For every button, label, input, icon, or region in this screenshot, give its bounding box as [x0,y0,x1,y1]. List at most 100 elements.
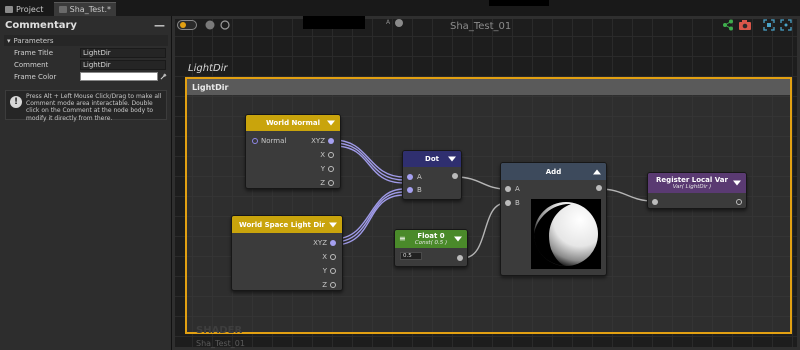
editor-tab-strip [0,0,800,16]
comment-field[interactable]: LightDir [80,60,166,70]
node-header[interactable]: World Space Light Dir [232,216,342,233]
port-dot-icon[interactable] [328,166,334,172]
section-label: Parameters [13,36,54,45]
frame-color-swatch[interactable] [80,72,158,81]
port-dot-icon[interactable] [736,199,742,205]
chevron-down-icon[interactable] [733,180,741,186]
port-dot-icon[interactable] [330,268,336,274]
share-icon[interactable] [722,19,734,31]
input-port[interactable] [652,199,658,205]
tab-shader[interactable]: Sha_Test.* [54,2,116,16]
commentary-panel: Commentary — ▾ Parameters Frame Title Li… [0,16,172,350]
port-dot-icon[interactable] [407,174,413,180]
focus-icon[interactable] [763,19,775,31]
port-dot-icon[interactable] [505,200,511,206]
expand-icon[interactable] [780,19,792,31]
folder-icon [5,5,13,13]
camera-icon[interactable] [738,19,752,31]
chevron-down-icon[interactable] [454,236,462,242]
input-port-b[interactable]: B [505,199,520,207]
port-dot-icon[interactable] [596,185,602,191]
tab-project-label: Project [16,4,44,14]
port-label: XYZ [311,137,325,145]
output-port-xyz[interactable]: XYZ [311,137,334,145]
node-title: Dot [425,155,439,163]
input-port-b[interactable]: B [407,186,422,194]
output-port-y[interactable]: Y [323,267,336,275]
eyedropper-icon[interactable] [160,73,167,80]
record-icon[interactable] [205,20,215,30]
input-port-normal[interactable]: Normal [252,137,286,145]
share-circle-icon[interactable] [220,20,230,30]
port-label: Z [322,281,327,289]
shader-icon [59,6,67,13]
input-port-a[interactable]: A [407,173,422,181]
node-header[interactable]: Add [501,163,606,180]
chevron-down-icon[interactable] [327,120,335,126]
shader-watermark: SHADER [196,325,243,336]
node-header[interactable]: Register Local Var Var( LightDir ) [648,173,746,193]
info-icon: ! [10,96,22,108]
frame-title-field[interactable]: LightDir [80,48,166,58]
port-label: X [322,253,327,261]
port-label: Y [322,267,327,275]
panel-collapse-button[interactable]: — [154,19,165,32]
node-float[interactable]: Float 0 Const( 0.5 ) ≡ 0.5 [394,229,468,267]
toolbar-black-block [303,16,365,29]
tab-project[interactable]: Project [0,2,48,16]
comment-label: Comment [14,61,49,69]
input-port-a[interactable]: A [505,185,520,193]
comment-frame-header[interactable]: LightDir [187,79,790,95]
port-dot-icon[interactable] [252,138,258,144]
node-header[interactable]: World Normal [246,115,340,131]
node-world-space-light-dir[interactable]: World Space Light Dir XYZ X Y Z [231,215,343,291]
port-dot-icon[interactable] [505,186,511,192]
live-mode-toggle-icon[interactable] [177,20,197,30]
float-value-field[interactable]: 0.5 [400,252,422,260]
port-dot-icon[interactable] [330,240,336,246]
top-black-block [489,0,549,6]
output-port-z[interactable]: Z [320,179,334,187]
port-label: B [515,199,520,207]
node-header[interactable]: Dot [403,151,461,167]
channel-toggle-icon[interactable] [394,18,404,28]
chevron-down-icon[interactable] [448,156,456,162]
output-port[interactable] [457,255,463,261]
output-port[interactable] [736,199,742,205]
node-header[interactable]: Float 0 Const( 0.5 ) ≡ [395,230,467,248]
output-port-xyz[interactable]: XYZ [313,239,336,247]
output-port-y[interactable]: Y [321,165,334,173]
chevron-up-icon[interactable] [593,169,601,174]
port-dot-icon[interactable] [407,187,413,193]
port-label: XYZ [313,239,327,247]
port-dot-icon[interactable] [452,173,458,179]
panel-title: Commentary [5,20,77,31]
port-dot-icon[interactable] [328,180,334,186]
node-title: World Normal [265,119,321,127]
port-dot-icon[interactable] [328,138,334,144]
port-dot-icon[interactable] [330,254,336,260]
menu-icon[interactable]: ≡ [399,234,406,243]
port-dot-icon[interactable] [457,255,463,261]
node-subtitle: Const( 0.5 ) [414,240,448,246]
node-subtitle: Var( LightDir ) [672,184,712,190]
node-register-local-var[interactable]: Register Local Var Var( LightDir ) [647,172,747,209]
frame-color-label: Frame Color [14,73,57,81]
node-dot[interactable]: Dot A B [402,150,462,200]
output-port-x[interactable]: X [320,151,334,159]
output-port[interactable] [596,185,602,191]
output-port[interactable] [452,173,458,179]
port-dot-icon[interactable] [328,152,334,158]
port-dot-icon[interactable] [652,199,658,205]
parameters-section[interactable]: ▾ Parameters [4,35,168,46]
channel-a-label: A [386,19,391,26]
node-add[interactable]: Add A B [500,162,607,276]
output-port-z[interactable]: Z [322,281,336,289]
output-port-x[interactable]: X [322,253,336,261]
chevron-down-icon[interactable] [329,222,337,227]
node-title: Add [545,167,562,176]
port-label: Z [320,179,325,187]
node-world-normal[interactable]: World Normal Normal XYZ X Y Z [245,114,341,189]
node-title: Float 0 [417,232,445,240]
port-dot-icon[interactable] [330,282,336,288]
